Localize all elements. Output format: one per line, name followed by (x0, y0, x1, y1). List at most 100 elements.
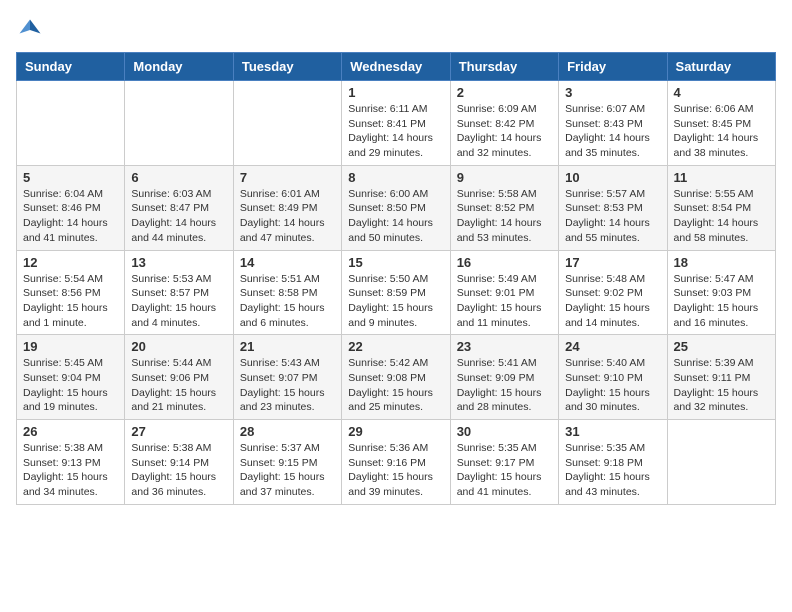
calendar-cell: 16 Sunrise: 5:49 AM Sunset: 9:01 PM Dayli… (450, 250, 558, 335)
day-info: Sunrise: 6:04 AM Sunset: 8:46 PM Dayligh… (23, 187, 118, 246)
calendar-table: SundayMondayTuesdayWednesdayThursdayFrid… (16, 52, 776, 505)
day-info: Sunrise: 5:38 AM Sunset: 9:14 PM Dayligh… (131, 441, 226, 500)
day-info: Sunrise: 6:11 AM Sunset: 8:41 PM Dayligh… (348, 102, 443, 161)
day-number: 25 (674, 339, 769, 354)
day-info: Sunrise: 5:58 AM Sunset: 8:52 PM Dayligh… (457, 187, 552, 246)
day-info: Sunrise: 5:42 AM Sunset: 9:08 PM Dayligh… (348, 356, 443, 415)
calendar-cell: 12 Sunrise: 5:54 AM Sunset: 8:56 PM Dayli… (17, 250, 125, 335)
day-info: Sunrise: 5:57 AM Sunset: 8:53 PM Dayligh… (565, 187, 660, 246)
calendar-cell: 26Sunrise: 5:38 AM Sunset: 9:13 PM Dayli… (17, 420, 125, 505)
page-header (16, 16, 776, 44)
calendar-cell: 8 Sunrise: 6:00 AM Sunset: 8:50 PM Daylig… (342, 165, 450, 250)
calendar-cell: 4 Sunrise: 6:06 AM Sunset: 8:45 PM Daylig… (667, 81, 775, 166)
calendar-cell: 24 Sunrise: 5:40 AM Sunset: 9:10 PM Dayli… (559, 335, 667, 420)
calendar-cell: 11Sunrise: 5:55 AM Sunset: 8:54 PM Dayli… (667, 165, 775, 250)
weekday-header-monday: Monday (125, 53, 233, 81)
day-info: Sunrise: 5:39 AM Sunset: 9:11 PM Dayligh… (674, 356, 769, 415)
day-number: 19 (23, 339, 118, 354)
calendar-cell (667, 420, 775, 505)
calendar-cell: 13Sunrise: 5:53 AM Sunset: 8:57 PM Dayli… (125, 250, 233, 335)
day-info: Sunrise: 5:43 AM Sunset: 9:07 PM Dayligh… (240, 356, 335, 415)
calendar-cell: 21 Sunrise: 5:43 AM Sunset: 9:07 PM Dayli… (233, 335, 341, 420)
calendar-cell: 6 Sunrise: 6:03 AM Sunset: 8:47 PM Daylig… (125, 165, 233, 250)
calendar-cell (17, 81, 125, 166)
calendar-week-row: 26Sunrise: 5:38 AM Sunset: 9:13 PM Dayli… (17, 420, 776, 505)
day-info: Sunrise: 5:49 AM Sunset: 9:01 PM Dayligh… (457, 272, 552, 331)
day-info: Sunrise: 5:44 AM Sunset: 9:06 PM Dayligh… (131, 356, 226, 415)
calendar-cell: 20Sunrise: 5:44 AM Sunset: 9:06 PM Dayli… (125, 335, 233, 420)
weekday-header-tuesday: Tuesday (233, 53, 341, 81)
day-number: 1 (348, 85, 443, 100)
day-info: Sunrise: 5:54 AM Sunset: 8:56 PM Dayligh… (23, 272, 118, 331)
calendar-week-row: 5 Sunrise: 6:04 AM Sunset: 8:46 PM Daylig… (17, 165, 776, 250)
day-number: 4 (674, 85, 769, 100)
calendar-cell: 27 Sunrise: 5:38 AM Sunset: 9:14 PM Dayli… (125, 420, 233, 505)
day-info: Sunrise: 5:47 AM Sunset: 9:03 PM Dayligh… (674, 272, 769, 331)
day-info: Sunrise: 6:00 AM Sunset: 8:50 PM Dayligh… (348, 187, 443, 246)
calendar-week-row: 1 Sunrise: 6:11 AM Sunset: 8:41 PM Daylig… (17, 81, 776, 166)
calendar-week-row: 19 Sunrise: 5:45 AM Sunset: 9:04 PM Dayli… (17, 335, 776, 420)
calendar-cell: 30 Sunrise: 5:35 AM Sunset: 9:17 PM Dayli… (450, 420, 558, 505)
day-info: Sunrise: 5:50 AM Sunset: 8:59 PM Dayligh… (348, 272, 443, 331)
calendar-cell: 31Sunrise: 5:35 AM Sunset: 9:18 PM Dayli… (559, 420, 667, 505)
logo (16, 16, 48, 44)
calendar-cell: 28Sunrise: 5:37 AM Sunset: 9:15 PM Dayli… (233, 420, 341, 505)
day-number: 30 (457, 424, 552, 439)
day-info: Sunrise: 5:40 AM Sunset: 9:10 PM Dayligh… (565, 356, 660, 415)
weekday-header-row: SundayMondayTuesdayWednesdayThursdayFrid… (17, 53, 776, 81)
calendar-cell: 25 Sunrise: 5:39 AM Sunset: 9:11 PM Dayli… (667, 335, 775, 420)
calendar-cell: 23 Sunrise: 5:41 AM Sunset: 9:09 PM Dayli… (450, 335, 558, 420)
calendar-cell: 5 Sunrise: 6:04 AM Sunset: 8:46 PM Daylig… (17, 165, 125, 250)
day-info: Sunrise: 6:06 AM Sunset: 8:45 PM Dayligh… (674, 102, 769, 161)
day-number: 22 (348, 339, 443, 354)
weekday-header-sunday: Sunday (17, 53, 125, 81)
weekday-header-wednesday: Wednesday (342, 53, 450, 81)
calendar-cell: 22 Sunrise: 5:42 AM Sunset: 9:08 PM Dayli… (342, 335, 450, 420)
calendar-cell: 2 Sunrise: 6:09 AM Sunset: 8:42 PM Daylig… (450, 81, 558, 166)
day-info: Sunrise: 6:03 AM Sunset: 8:47 PM Dayligh… (131, 187, 226, 246)
day-number: 24 (565, 339, 660, 354)
day-number: 8 (348, 170, 443, 185)
calendar-cell: 15 Sunrise: 5:50 AM Sunset: 8:59 PM Dayli… (342, 250, 450, 335)
day-number: 15 (348, 255, 443, 270)
weekday-header-thursday: Thursday (450, 53, 558, 81)
day-number: 10 (565, 170, 660, 185)
day-number: 6 (131, 170, 226, 185)
day-number: 9 (457, 170, 552, 185)
day-number: 14 (240, 255, 335, 270)
calendar-cell: 3Sunrise: 6:07 AM Sunset: 8:43 PM Daylig… (559, 81, 667, 166)
calendar-cell (233, 81, 341, 166)
day-info: Sunrise: 5:45 AM Sunset: 9:04 PM Dayligh… (23, 356, 118, 415)
day-number: 18 (674, 255, 769, 270)
day-info: Sunrise: 5:41 AM Sunset: 9:09 PM Dayligh… (457, 356, 552, 415)
day-number: 23 (457, 339, 552, 354)
day-number: 13 (131, 255, 226, 270)
day-info: Sunrise: 5:48 AM Sunset: 9:02 PM Dayligh… (565, 272, 660, 331)
day-number: 2 (457, 85, 552, 100)
calendar-cell: 1 Sunrise: 6:11 AM Sunset: 8:41 PM Daylig… (342, 81, 450, 166)
day-info: Sunrise: 5:37 AM Sunset: 9:15 PM Dayligh… (240, 441, 335, 500)
day-number: 21 (240, 339, 335, 354)
calendar-cell (125, 81, 233, 166)
day-info: Sunrise: 6:09 AM Sunset: 8:42 PM Dayligh… (457, 102, 552, 161)
day-number: 12 (23, 255, 118, 270)
day-info: Sunrise: 6:01 AM Sunset: 8:49 PM Dayligh… (240, 187, 335, 246)
day-number: 5 (23, 170, 118, 185)
logo-icon (16, 16, 44, 44)
calendar-cell: 29Sunrise: 5:36 AM Sunset: 9:16 PM Dayli… (342, 420, 450, 505)
day-number: 7 (240, 170, 335, 185)
weekday-header-friday: Friday (559, 53, 667, 81)
day-info: Sunrise: 5:35 AM Sunset: 9:17 PM Dayligh… (457, 441, 552, 500)
calendar-cell: 19 Sunrise: 5:45 AM Sunset: 9:04 PM Dayli… (17, 335, 125, 420)
day-info: Sunrise: 5:35 AM Sunset: 9:18 PM Dayligh… (565, 441, 660, 500)
day-number: 29 (348, 424, 443, 439)
calendar-cell: 18 Sunrise: 5:47 AM Sunset: 9:03 PM Dayli… (667, 250, 775, 335)
calendar-cell: 9 Sunrise: 5:58 AM Sunset: 8:52 PM Daylig… (450, 165, 558, 250)
calendar-cell: 10 Sunrise: 5:57 AM Sunset: 8:53 PM Dayli… (559, 165, 667, 250)
calendar-cell: 17Sunrise: 5:48 AM Sunset: 9:02 PM Dayli… (559, 250, 667, 335)
day-number: 27 (131, 424, 226, 439)
day-info: Sunrise: 5:55 AM Sunset: 8:54 PM Dayligh… (674, 187, 769, 246)
calendar-week-row: 12 Sunrise: 5:54 AM Sunset: 8:56 PM Dayli… (17, 250, 776, 335)
day-number: 16 (457, 255, 552, 270)
calendar-cell: 14Sunrise: 5:51 AM Sunset: 8:58 PM Dayli… (233, 250, 341, 335)
